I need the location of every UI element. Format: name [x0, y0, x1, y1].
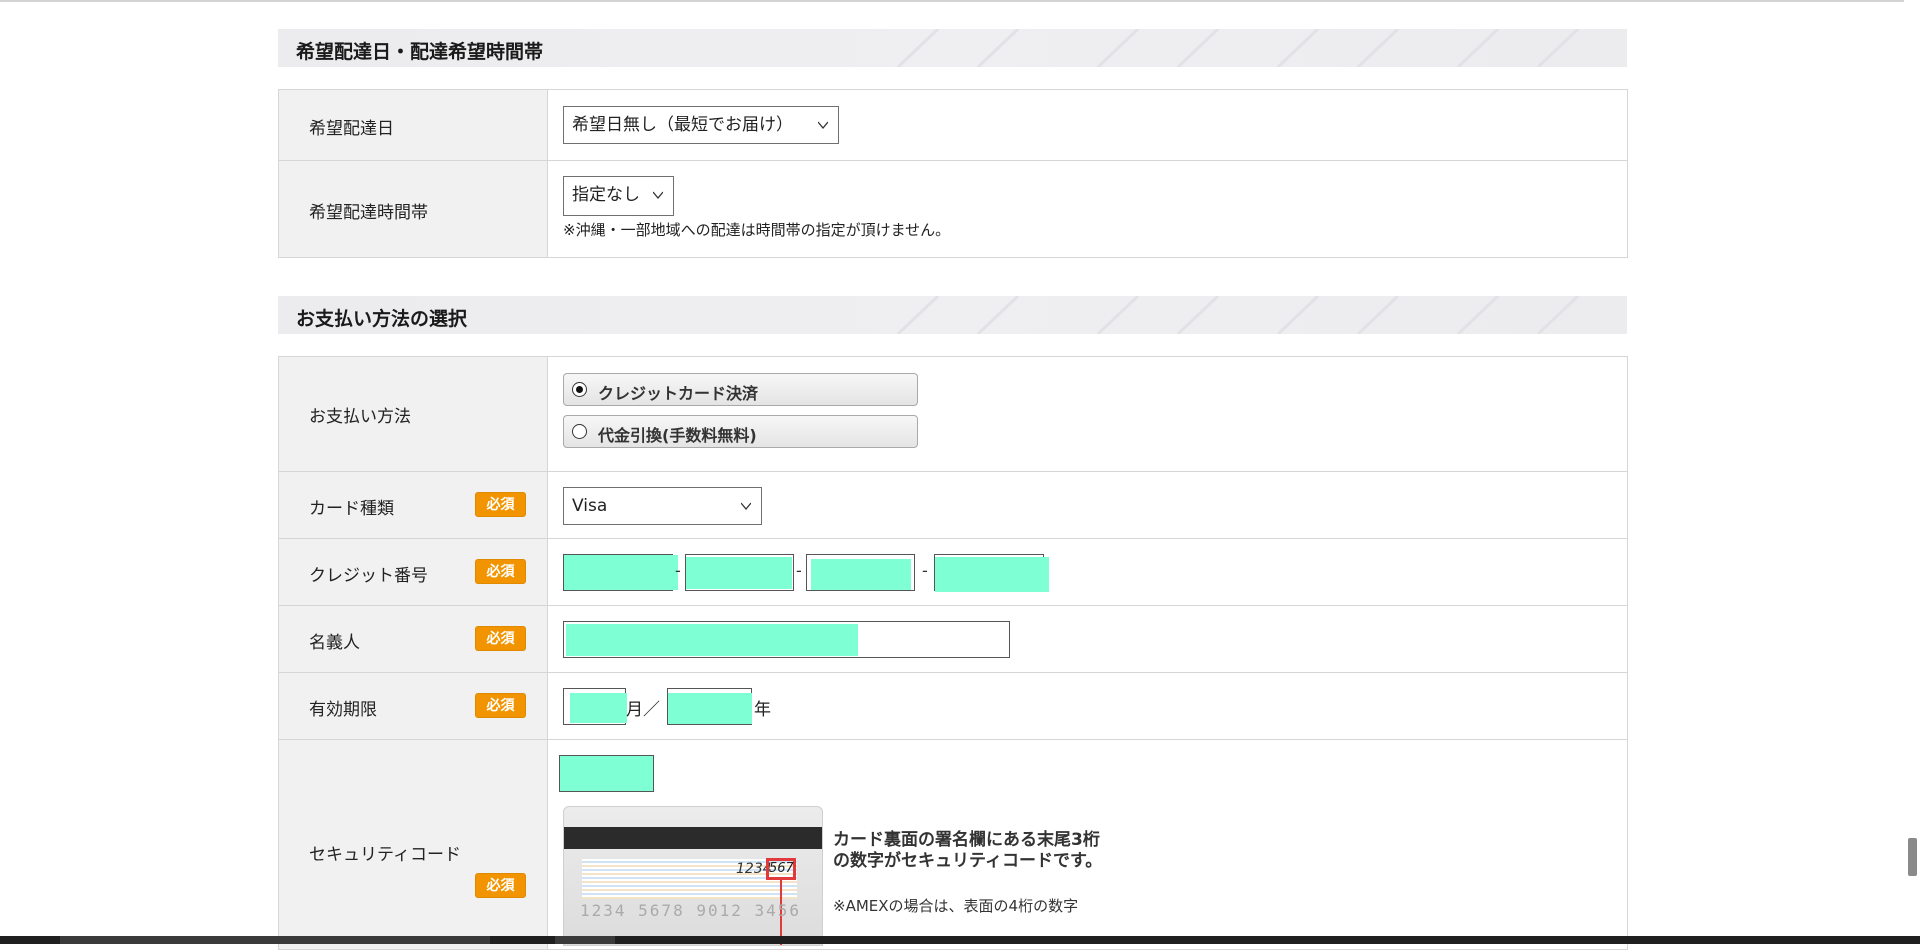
security-desc-line2: の数字がセキュリティコードです。: [833, 851, 1103, 871]
payment-method-label: お支払い方法: [309, 407, 411, 427]
redacted-mask: [686, 557, 792, 589]
taskbar: [0, 936, 1920, 944]
vertical-scrollbar[interactable]: [1904, 0, 1920, 944]
required-badge: 必須: [475, 873, 526, 898]
card-number-embossed: 1234 5678 9012 3456: [580, 901, 802, 920]
expiry-row: 有効期限 必須 月／ 年: [278, 672, 1628, 740]
card-number-label: クレジット番号: [309, 566, 428, 586]
dash-separator: -: [922, 561, 928, 580]
card-number-row: クレジット番号 必須 - - -: [278, 538, 1628, 606]
payment-method-row: お支払い方法 クレジットカード決済 代金引換(手数料無料): [278, 356, 1628, 472]
chevron-down-icon: [741, 502, 751, 511]
year-unit: 年: [754, 700, 771, 720]
delivery-date-value: 希望日無し（最短でお届け）: [572, 115, 793, 135]
redacted-mask: [560, 756, 653, 791]
delivery-section-header: 希望配達日・配達希望時間帯: [278, 29, 1627, 67]
security-code-description: カード裏面の署名欄にある末尾3桁 の数字がセキュリティコードです。: [833, 830, 1102, 872]
payment-section-header: お支払い方法の選択: [278, 296, 1627, 334]
expiry-month-input[interactable]: [563, 688, 627, 725]
expiry-label: 有効期限: [309, 700, 377, 720]
delivery-time-label: 希望配達時間帯: [309, 203, 428, 223]
top-border: [0, 0, 1904, 2]
card-type-select[interactable]: Visa: [563, 487, 762, 525]
payment-section-title: お支払い方法の選択: [296, 308, 468, 330]
taskbar-segment: [555, 936, 615, 944]
redacted-mask: [811, 559, 911, 590]
card-type-value: Visa: [572, 496, 608, 516]
card-type-row: カード種類 必須 Visa: [278, 471, 1628, 539]
magnetic-stripe: [564, 827, 822, 849]
card-holder-label: 名義人: [309, 633, 360, 653]
redacted-mask: [935, 557, 1049, 592]
security-code-input[interactable]: [559, 755, 654, 792]
card-type-label: カード種類: [309, 499, 394, 519]
redacted-mask: [566, 624, 858, 656]
required-badge: 必須: [475, 492, 526, 517]
security-code-row: セキュリティコード 必須 1234 567 1234 5678 9012 345…: [278, 739, 1628, 950]
delivery-time-value: 指定なし: [572, 185, 640, 205]
month-unit: 月／: [626, 700, 660, 720]
delivery-section-title: 希望配達日・配達希望時間帯: [296, 41, 544, 63]
card-number-input-3[interactable]: [806, 554, 915, 591]
radio-credit-card[interactable]: クレジットカード決済: [563, 373, 918, 406]
card-number-input-4[interactable]: [934, 554, 1049, 592]
card-number-input-1[interactable]: [563, 554, 678, 591]
header-pattern: [896, 296, 1580, 334]
delivery-time-row: 希望配達時間帯 指定なし ※沖縄・一部地域への配達は時間帯の指定が頂けません。: [278, 160, 1628, 258]
radio-credit-card-label: クレジットカード決済: [598, 384, 759, 403]
required-badge: 必須: [475, 559, 526, 584]
expiry-year-input[interactable]: [667, 688, 752, 725]
dash-separator: -: [796, 561, 802, 580]
card-holder-row: 名義人 必須: [278, 605, 1628, 673]
dash-separator: -: [675, 561, 681, 580]
card-holder-input[interactable]: [563, 621, 1010, 658]
payment-table: お支払い方法 クレジットカード決済 代金引換(手数料無料) カード種類 必須 V…: [278, 356, 1628, 950]
security-desc-line1: カード裏面の署名欄にある末尾3桁: [833, 830, 1100, 850]
required-badge: 必須: [475, 693, 526, 718]
delivery-time-note: ※沖縄・一部地域への配達は時間帯の指定が頂けません。: [563, 221, 951, 239]
chevron-down-icon: [818, 121, 828, 130]
delivery-time-select[interactable]: 指定なし: [563, 176, 674, 216]
redacted-mask: [564, 555, 678, 590]
delivery-date-label: 希望配達日: [309, 119, 394, 139]
radio-cod-label: 代金引換(手数料無料): [598, 426, 757, 445]
amex-note: ※AMEXの場合は、表面の4桁の数字: [833, 897, 1079, 915]
taskbar-segment: [60, 936, 490, 944]
scrollbar-thumb[interactable]: [1908, 838, 1917, 876]
chevron-down-icon: [653, 191, 663, 200]
security-code-label: セキュリティコード: [309, 845, 461, 865]
card-number-input-2[interactable]: [685, 554, 794, 591]
redacted-mask: [668, 693, 752, 724]
required-badge: 必須: [475, 626, 526, 651]
cvv-highlight: 567: [766, 858, 796, 880]
radio-checked-icon: [572, 382, 587, 397]
card-back-image: 1234 567 1234 5678 9012 3456: [563, 806, 823, 946]
delivery-date-select[interactable]: 希望日無し（最短でお届け）: [563, 106, 839, 144]
radio-cash-on-delivery[interactable]: 代金引換(手数料無料): [563, 415, 918, 448]
redacted-mask: [570, 693, 627, 723]
radio-unchecked-icon: [572, 424, 587, 439]
delivery-table: 希望配達日 希望日無し（最短でお届け） 希望配達時間帯 指定なし ※沖縄・一部地…: [278, 89, 1628, 258]
delivery-date-row: 希望配達日 希望日無し（最短でお届け）: [278, 89, 1628, 161]
